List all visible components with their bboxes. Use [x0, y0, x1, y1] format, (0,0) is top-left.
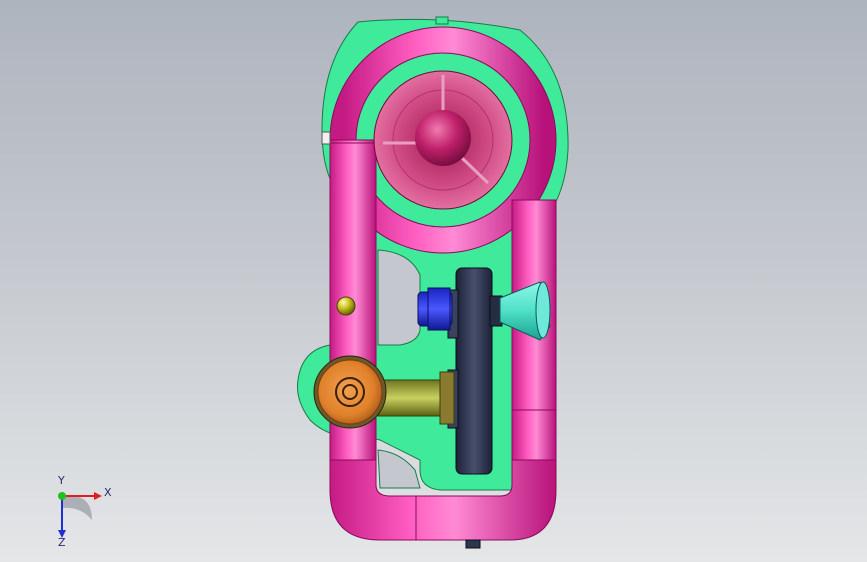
blue-shaft[interactable] — [417, 287, 453, 331]
x-axis-label: X — [104, 486, 112, 499]
fan-housing[interactable] — [373, 70, 513, 210]
z-axis-label: Z — [58, 536, 66, 549]
fan-hub[interactable] — [415, 110, 471, 166]
bolt[interactable] — [336, 296, 356, 316]
flange[interactable] — [313, 355, 387, 429]
y-axis-label: Y — [58, 474, 65, 487]
top-tab — [435, 16, 449, 25]
cad-model[interactable] — [0, 0, 867, 562]
bottom-tab — [465, 539, 481, 549]
side-tab — [321, 131, 331, 145]
orientation-triad[interactable]: X Y Z — [40, 474, 120, 550]
3d-viewport[interactable]: X Y Z — [0, 0, 867, 562]
connecting-rod[interactable] — [377, 371, 455, 425]
